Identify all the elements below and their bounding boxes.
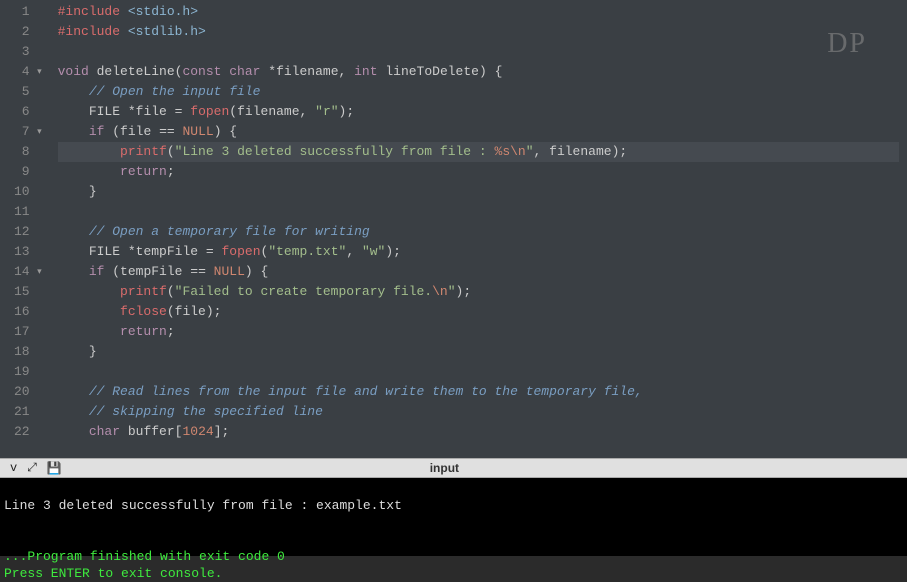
code-line[interactable] [58,362,899,382]
code-line[interactable]: fclose(file); [58,302,899,322]
line-number: 3 [14,42,42,62]
console-output[interactable]: Line 3 deleted successfully from file : … [0,478,907,556]
line-number: 18 [14,342,42,362]
code-line[interactable]: printf("Failed to create temporary file.… [58,282,899,302]
watermark: DP [827,28,867,60]
code-area[interactable]: #include <stdio.h>#include <stdlib.h> voi… [50,0,907,458]
code-line[interactable]: char buffer[1024]; [58,422,899,442]
code-line[interactable]: return; [58,162,899,182]
line-number: 2 [14,22,42,42]
line-number: 7▾ [14,122,42,142]
line-number: 10 [14,182,42,202]
line-number: 19 [14,362,42,382]
fold-icon[interactable]: ▾ [34,122,42,142]
code-line[interactable]: printf("Line 3 deleted successfully from… [58,142,899,162]
code-line[interactable]: FILE *tempFile = fopen("temp.txt", "w"); [58,242,899,262]
console-exit: ...Program finished with exit code 0 [4,549,285,564]
expand-icon[interactable]: ⤢ [27,461,37,476]
fold-icon[interactable]: ▾ [34,262,42,282]
code-line[interactable]: #include <stdio.h> [58,2,899,22]
console-title: input [62,461,827,475]
save-icon[interactable]: 💾 [47,461,62,476]
console-toolbar: v ⤢ 💾 input [0,458,907,478]
gutter: 1234▾567▾891011121314▾1516171819202122 [0,0,50,458]
code-line[interactable]: } [58,342,899,362]
line-number: 8 [14,142,42,162]
line-number: 6 [14,102,42,122]
line-number: 9 [14,162,42,182]
collapse-icon[interactable]: v [10,461,17,476]
toolbar-icons: v ⤢ 💾 [0,461,62,476]
line-number: 12 [14,222,42,242]
line-number: 14▾ [14,262,42,282]
line-number: 22 [14,422,42,442]
editor-pane: DP 1234▾567▾891011121314▾151617181920212… [0,0,907,458]
code-line[interactable]: if (tempFile == NULL) { [58,262,899,282]
code-line[interactable]: // Open the input file [58,82,899,102]
code-line[interactable]: FILE *file = fopen(filename, "r"); [58,102,899,122]
line-number: 15 [14,282,42,302]
console-line: Line 3 deleted successfully from file : … [4,498,402,513]
code-line[interactable]: void deleteLine(const char *filename, in… [58,62,899,82]
code-line[interactable]: if (file == NULL) { [58,122,899,142]
line-number: 20 [14,382,42,402]
code-line[interactable]: #include <stdlib.h> [58,22,899,42]
line-number: 4▾ [14,62,42,82]
line-number: 16 [14,302,42,322]
line-number: 11 [14,202,42,222]
code-line[interactable]: return; [58,322,899,342]
line-number: 1 [14,2,42,22]
line-number: 21 [14,402,42,422]
code-line[interactable]: // Read lines from the input file and wr… [58,382,899,402]
line-number: 17 [14,322,42,342]
code-line[interactable] [58,42,899,62]
line-number: 5 [14,82,42,102]
fold-icon[interactable]: ▾ [34,62,42,82]
code-line[interactable]: // Open a temporary file for writing [58,222,899,242]
code-line[interactable] [58,202,899,222]
code-line[interactable]: // skipping the specified line [58,402,899,422]
console-prompt: Press ENTER to exit console. [4,566,222,581]
code-line[interactable]: } [58,182,899,202]
line-number: 13 [14,242,42,262]
